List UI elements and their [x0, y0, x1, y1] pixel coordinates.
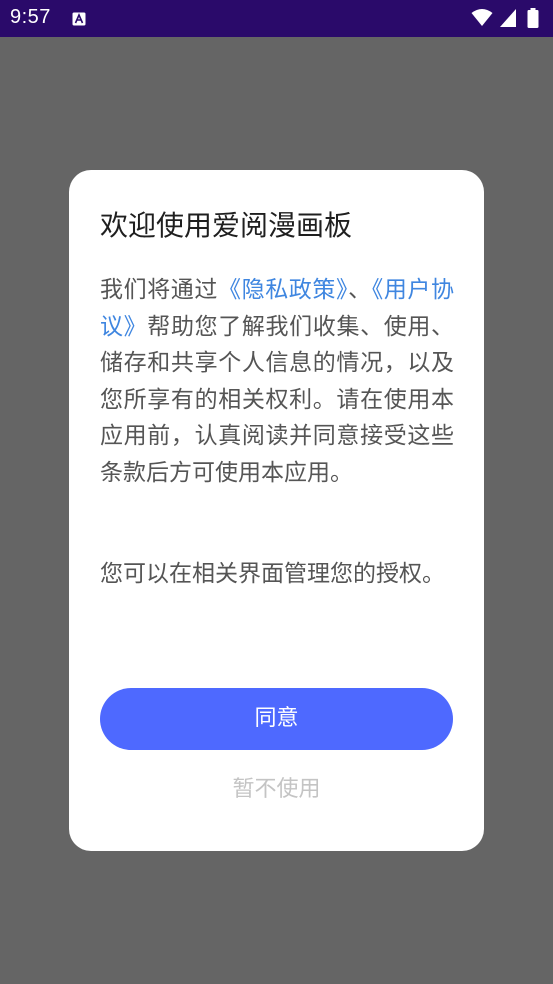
- screen: 9:57 欢迎使用爱阅漫画板 我们将通过《隐私政策》、《用户协议》帮助您了解我们…: [0, 0, 553, 984]
- status-bar: 9:57: [0, 0, 553, 37]
- body-separator: 、: [348, 277, 372, 303]
- dialog-body: 我们将通过《隐私政策》、《用户协议》帮助您了解我们收集、使用、储存和共享个人信息…: [100, 272, 454, 491]
- battery-icon: [527, 8, 539, 28]
- cellular-signal-icon: [500, 9, 516, 27]
- dialog-title: 欢迎使用爱阅漫画板: [100, 209, 353, 242]
- agree-button[interactable]: 同意: [100, 688, 453, 750]
- font-a-icon: [72, 11, 86, 26]
- privacy-dialog: 欢迎使用爱阅漫画板 我们将通过《隐私政策》、《用户协议》帮助您了解我们收集、使用…: [69, 170, 484, 851]
- dialog-note: 您可以在相关界面管理您的授权。: [100, 561, 445, 587]
- wifi-icon: [471, 9, 493, 26]
- body-suffix: 帮助您了解我们收集、使用、储存和共享个人信息的情况，以及您所享有的相关权利。请在…: [100, 313, 455, 486]
- body-prefix: 我们将通过: [100, 277, 218, 303]
- decline-button[interactable]: 暂不使用: [100, 770, 453, 810]
- status-icons: [471, 8, 541, 28]
- status-time: 9:57: [10, 6, 51, 28]
- privacy-policy-link[interactable]: 《隐私政策》: [218, 277, 348, 303]
